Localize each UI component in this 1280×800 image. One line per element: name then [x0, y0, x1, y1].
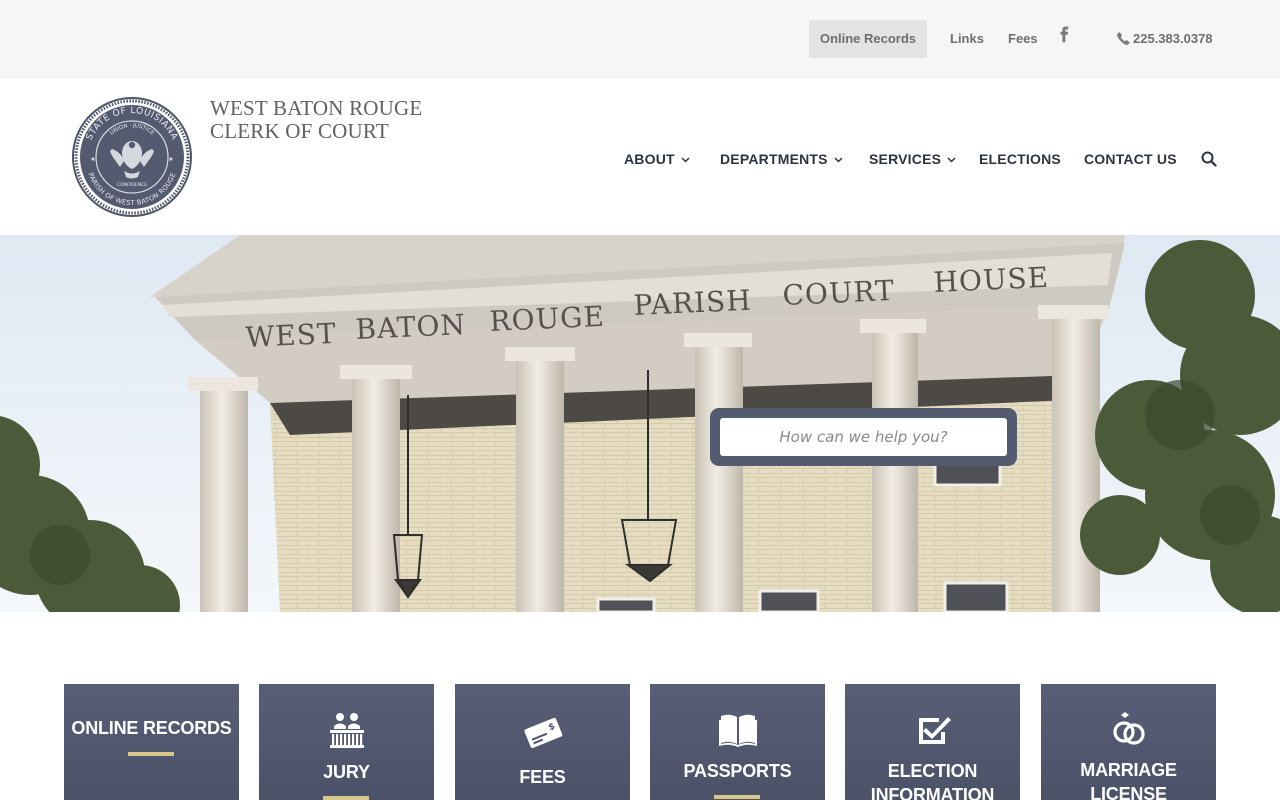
nav-contact-us[interactable]: CONTACT US — [1084, 151, 1177, 167]
tile-election-information-label: ELECTION INFORMATION — [870, 761, 995, 800]
tile-online-records[interactable]: ONLINE RECORDS — [64, 684, 239, 800]
help-search-input[interactable] — [720, 418, 1007, 456]
hero-banner: WEST BATON ROUGE PARISH COURT HOUSE — [0, 235, 1280, 612]
nav-departments-label: DEPARTMENTS — [720, 151, 828, 167]
parish-seal-logo[interactable]: STATE OF LOUISIANA PARISH OF WEST BATON … — [72, 97, 192, 217]
tile-marriage-license-label: MARRIAGE LICENSE — [1080, 760, 1177, 800]
nav-about-label: ABOUT — [624, 151, 675, 167]
hero-search-box — [710, 408, 1017, 466]
chevron-down-icon — [681, 157, 690, 163]
nav-about[interactable]: ABOUT — [624, 151, 690, 167]
svg-text:BATON: BATON — [355, 308, 467, 346]
nav-elections[interactable]: ELECTIONS — [979, 151, 1061, 167]
svg-text:HOUSE: HOUSE — [933, 261, 1050, 299]
svg-text:COURT: COURT — [782, 274, 896, 312]
svg-text:CONFIDENCE: CONFIDENCE — [117, 182, 147, 188]
nav-elections-label: ELECTIONS — [979, 151, 1061, 167]
svg-text:PARISH: PARISH — [633, 284, 753, 322]
tile-passports[interactable]: PASSPORTS — [650, 684, 825, 800]
tile-jury[interactable]: JURY — [259, 684, 434, 800]
tile-accent-bar — [714, 795, 760, 799]
checkbox-icon — [918, 717, 951, 744]
svg-text:★: ★ — [90, 156, 95, 163]
site-title-line2: CLERK OF COURT — [210, 119, 389, 143]
tile-election-information[interactable]: ELECTION INFORMATION — [845, 684, 1020, 800]
tile-jury-label: JURY — [323, 762, 370, 782]
facebook-icon[interactable] — [1057, 25, 1071, 47]
tile-accent-bar — [323, 796, 369, 800]
svg-text:ROUGE: ROUGE — [489, 300, 606, 338]
tile-online-records-label: ONLINE RECORDS — [71, 718, 232, 738]
chevron-down-icon — [834, 157, 843, 163]
site-title-line1: WEST BATON ROUGE — [210, 96, 423, 120]
tile-accent-bar — [128, 752, 174, 756]
search-icon[interactable] — [1201, 151, 1217, 167]
tile-passports-label: PASSPORTS — [683, 761, 792, 781]
online-records-link[interactable]: Online Records — [809, 20, 927, 58]
fees-link[interactable]: Fees — [1008, 31, 1038, 46]
tile-fees-label: FEES — [519, 767, 566, 787]
nav-departments[interactable]: DEPARTMENTS — [720, 151, 843, 167]
chevron-down-icon — [947, 157, 956, 163]
check-payment-icon: $ — [523, 717, 562, 748]
nav-services-label: SERVICES — [869, 151, 942, 167]
courthouse-photo: WEST BATON ROUGE PARISH COURT HOUSE — [0, 235, 1280, 612]
jury-box-icon — [329, 713, 364, 748]
svg-text:★: ★ — [168, 156, 173, 163]
phone-number[interactable]: 225.383.0378 — [1117, 31, 1213, 46]
tile-fees[interactable]: $ FEES — [455, 684, 630, 800]
top-utility-bar: Online Records Links Fees 225.383.0378 — [0, 0, 1280, 78]
open-book-icon — [718, 714, 757, 747]
phone-text: 225.383.0378 — [1133, 31, 1213, 46]
phone-icon — [1117, 32, 1130, 45]
rings-icon — [1112, 712, 1145, 745]
tile-marriage-license[interactable]: MARRIAGE LICENSE — [1041, 684, 1216, 800]
nav-services[interactable]: SERVICES — [869, 151, 956, 167]
site-title[interactable]: WEST BATON ROUGE CLERK OF COURT — [210, 97, 422, 143]
links-link[interactable]: Links — [950, 31, 984, 46]
svg-text:WEST: WEST — [245, 317, 337, 354]
nav-contact-label: CONTACT US — [1084, 151, 1177, 167]
